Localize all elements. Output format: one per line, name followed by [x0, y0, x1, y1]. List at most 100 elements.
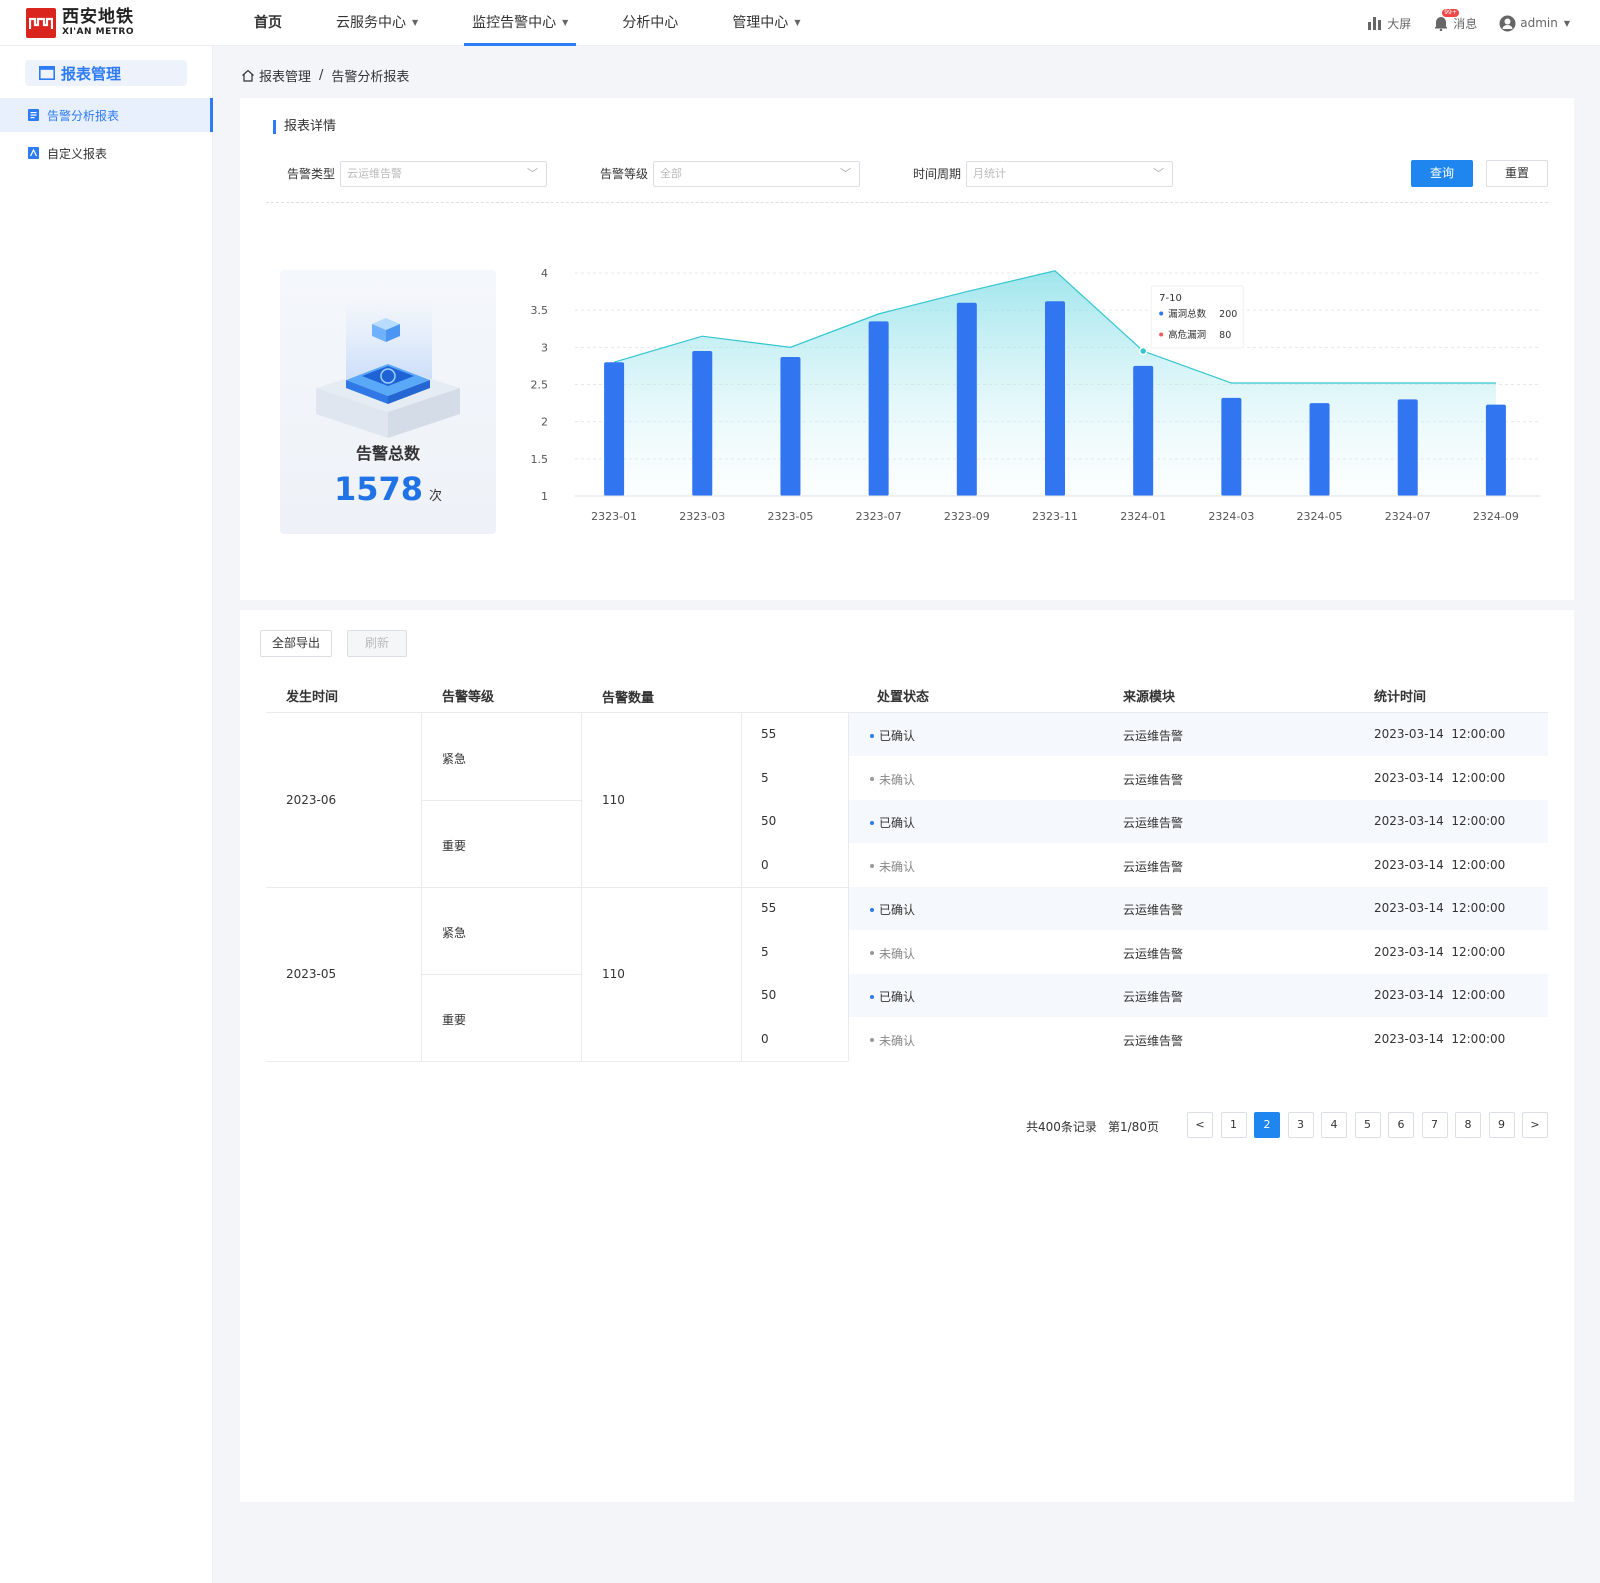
big-screen-button[interactable]: 大屏	[1367, 15, 1411, 32]
sidebar-header[interactable]: 报表管理	[25, 60, 187, 86]
cell-count: 50	[761, 988, 777, 1002]
cell-stat-time: 2023-03-14 12:00:00	[1374, 770, 1506, 785]
caret-down-icon: ▼	[412, 18, 419, 27]
status-label: 未确认	[879, 772, 916, 787]
custom-report-icon	[28, 147, 39, 159]
column-divider	[421, 713, 422, 1061]
cell-source: 云运维告警	[1123, 990, 1184, 1004]
status-label: 未确认	[879, 859, 916, 874]
status-dot-icon	[870, 951, 874, 955]
nav-item-home[interactable]: 首页	[236, 0, 300, 46]
cell-count: 55	[761, 727, 777, 741]
time-period-select[interactable]: 月统计 ﹀	[966, 161, 1173, 187]
column-divider	[581, 713, 582, 1061]
alarm-type-select[interactable]: 云运维告警 ﹀	[340, 161, 547, 187]
cell-source: 云运维告警	[1123, 729, 1184, 743]
big-screen-label: 大屏	[1387, 16, 1412, 31]
tooltip-series-name: 高危漏洞	[1168, 329, 1206, 341]
breadcrumb-separator: /	[319, 68, 324, 83]
page-2-button[interactable]: 2	[1254, 1112, 1280, 1138]
prev-page-button[interactable]: <	[1187, 1112, 1213, 1138]
chevron-down-icon: ﹀	[840, 167, 851, 180]
user-avatar-icon	[1499, 15, 1516, 31]
x-tick-label: 2324-01	[1120, 510, 1166, 523]
tooltip-series-name: 漏洞总数	[1168, 308, 1207, 320]
x-tick-label: 2323-07	[856, 510, 902, 523]
chevron-down-icon: ﹀	[1153, 167, 1164, 180]
tooltip-series-value: 200	[1219, 309, 1237, 320]
sidebar-item-label: 自定义报表	[47, 146, 108, 161]
alarm-level-select[interactable]: 全部 ﹀	[653, 161, 860, 187]
cell-stat-time: 2023-03-14 12:00:00	[1374, 988, 1506, 1002]
status-dot-icon	[870, 907, 874, 912]
page-6-button[interactable]: 6	[1388, 1112, 1414, 1138]
query-button[interactable]: 查询	[1411, 160, 1473, 187]
breadcrumb-root[interactable]: 报表管理	[259, 66, 311, 85]
cell-stat-time: 2023-03-14 12:00:00	[1374, 814, 1506, 828]
cell-stat-time: 2023-03-14 12:00:00	[1374, 727, 1506, 741]
page-4-button[interactable]: 4	[1321, 1112, 1347, 1138]
reset-button[interactable]: 重置	[1486, 160, 1548, 187]
page-8-button[interactable]: 8	[1455, 1112, 1481, 1138]
nav-item-cloud-service[interactable]: 云服务中心 ▼	[318, 0, 436, 46]
bell-icon	[1435, 17, 1448, 31]
page-3-button[interactable]: 3	[1287, 1112, 1314, 1138]
status-label: 已确认	[879, 729, 916, 743]
brand-logo[interactable]: 西安地铁 XI'AN METRO	[26, 7, 134, 39]
row-divider	[422, 974, 582, 975]
cell-level: 紧急	[442, 925, 467, 940]
select-placeholder: 全部	[660, 167, 682, 180]
cell-stat-time: 2023-03-14 12:00:00	[1374, 944, 1506, 959]
nav-item-management[interactable]: 管理中心 ▼	[714, 0, 818, 46]
status-badge: 未确认	[870, 945, 915, 962]
status-dot-icon	[870, 994, 874, 999]
pagination-page: 第1/80页	[1108, 1120, 1159, 1134]
status-badge: 未确认	[870, 858, 915, 875]
user-menu[interactable]: admin ▼	[1499, 15, 1570, 32]
cell-count: 0	[761, 857, 769, 872]
column-divider	[848, 713, 849, 1061]
cell-level: 紧急	[442, 751, 467, 766]
status-badge: 已确认	[870, 727, 915, 744]
col-header-stat-time: 统计时间	[1374, 690, 1427, 705]
col-header-count: 告警数量	[602, 691, 655, 706]
stat-value: 1578 次	[280, 470, 496, 508]
page-5-button[interactable]: 5	[1354, 1112, 1381, 1138]
refresh-button[interactable]: 刷新	[347, 630, 407, 657]
col-header-status: 处置状态	[877, 690, 930, 705]
messages-label: 消息	[1453, 16, 1478, 31]
nav-item-monitor-alarm[interactable]: 监控告警中心 ▼	[454, 0, 586, 46]
cell-source: 云运维告警	[1123, 946, 1184, 961]
bar	[868, 321, 889, 496]
filter-label-alarm-type: 告警类型	[287, 167, 336, 181]
cell-source: 云运维告警	[1123, 859, 1184, 874]
caret-down-icon: ▼	[794, 18, 801, 27]
y-tick-label: 2.5	[531, 379, 549, 392]
sidebar-item-custom-report[interactable]: 自定义报表	[0, 136, 213, 170]
col-header-level: 告警等级	[442, 690, 495, 705]
x-tick-label: 2323-11	[1032, 510, 1078, 523]
group-divider	[266, 1061, 848, 1062]
sidebar-item-alarm-report[interactable]: 告警分析报表	[0, 98, 213, 132]
messages-button[interactable]: 99+ 消息	[1433, 8, 1478, 32]
cell-count: 0	[761, 1031, 769, 1046]
next-page-button[interactable]: >	[1522, 1112, 1548, 1138]
breadcrumb-current: 告警分析报表	[331, 70, 410, 85]
x-tick-label: 2324-09	[1473, 510, 1519, 523]
cell-total: 110	[602, 967, 625, 981]
export-all-button[interactable]: 全部导出	[260, 630, 332, 657]
chevron-down-icon: ﹀	[527, 167, 538, 180]
page-7-button[interactable]: 7	[1421, 1112, 1448, 1138]
highlight-point	[1138, 346, 1148, 356]
y-tick-label: 3	[541, 341, 548, 354]
bar	[780, 356, 801, 496]
tooltip-title: 7-10	[1159, 293, 1182, 304]
row-divider	[422, 800, 582, 801]
page-1-button[interactable]: 1	[1220, 1112, 1247, 1138]
page-9-button[interactable]: 9	[1488, 1112, 1515, 1138]
nav-item-analysis[interactable]: 分析中心	[604, 0, 696, 46]
sidebar-item-label: 告警分析报表	[47, 108, 120, 123]
x-tick-label: 2324-07	[1385, 510, 1431, 523]
cell-source: 云运维告警	[1123, 1033, 1184, 1048]
x-tick-label: 2324-05	[1297, 510, 1343, 523]
